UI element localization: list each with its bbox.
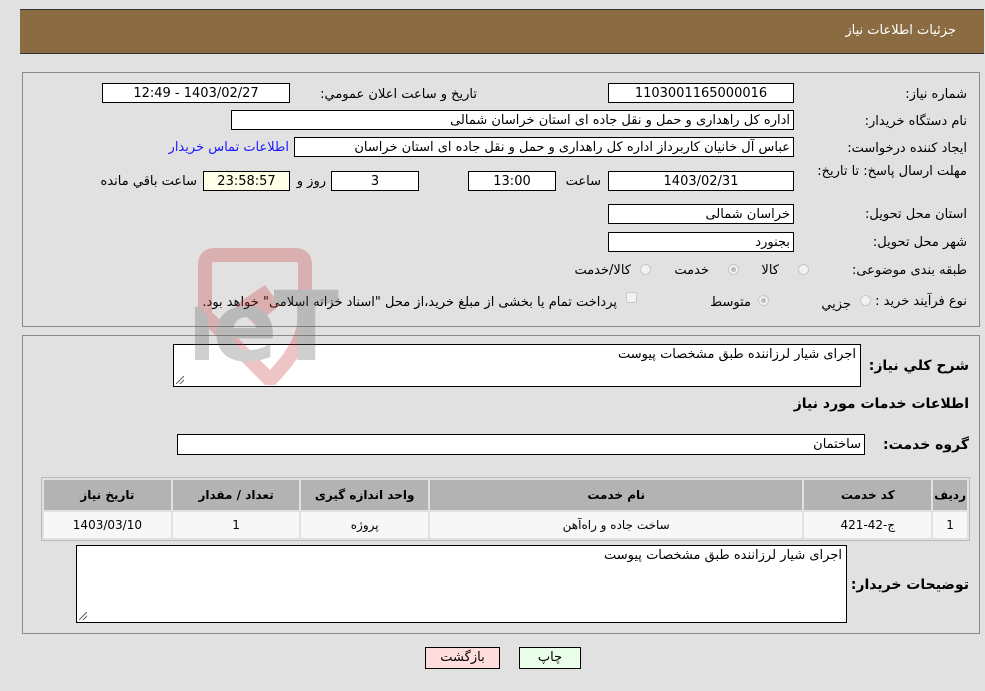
services-section-title: اطلاعات خدمات مورد نیاز [793, 396, 969, 412]
need-number-label: شماره نیاز: [905, 87, 967, 102]
cell-service-code: ج-42-421 [804, 512, 932, 538]
print-button[interactable]: چاپ [519, 647, 581, 669]
cell-need-date: 1403/03/10 [44, 512, 171, 538]
page-header: جزئیات اطلاعات نیاز [20, 9, 984, 54]
description-label: شرح كلي نياز: [868, 358, 969, 374]
deadline-label: مهلت ارسال پاسخ: تا تاریخ: [817, 164, 967, 179]
need-details-panel: شماره نیاز: 1103001165000016 تاريخ و ساع… [22, 72, 980, 327]
col-service-code: کد خدمت [804, 480, 932, 510]
cell-quantity: 1 [172, 512, 300, 538]
category-radio-goods-service[interactable] [640, 264, 651, 275]
category-option-goods-service: کالا/خدمت [574, 263, 631, 278]
buyer-org-label: نام دستگاه خریدار: [864, 114, 967, 129]
category-label: طبقه بندی موضوعی: [851, 263, 967, 278]
remaining-days-label: روز و [296, 174, 326, 189]
cell-row-number: 1 [933, 512, 967, 538]
announce-label: تاريخ و ساعت اعلان عمومي: [320, 87, 477, 102]
remaining-time-field: 23:58:57 [203, 171, 290, 191]
announce-datetime-field: 1403/02/27 - 12:49 [102, 83, 290, 103]
category-option-service: خدمت [674, 263, 709, 278]
treasury-checkbox[interactable] [626, 292, 637, 303]
category-option-goods: کالا [761, 263, 779, 278]
creator-field: عباس آل خانیان کاربرداز اداره کل راهداری… [294, 137, 794, 157]
description-text: اجرای شیار لرزاننده طبق مشخصات پیوست [618, 347, 856, 362]
page-title: جزئیات اطلاعات نیاز [845, 23, 956, 38]
city-field: بجنورد [608, 232, 794, 252]
category-radio-goods[interactable] [798, 264, 809, 275]
deadline-time-field: 13:00 [468, 171, 556, 191]
services-table: ردیف کد خدمت نام خدمت واحد اندازه گیری ت… [41, 477, 970, 541]
buyer-contact-link[interactable]: اطلاعات تماس خریدار [169, 140, 289, 155]
category-radio-service[interactable] [728, 264, 739, 275]
province-field: خراسان شمالی [608, 204, 794, 224]
need-number-field: 1103001165000016 [608, 83, 794, 103]
remaining-days-field: 3 [331, 171, 419, 191]
treasury-note: پرداخت تمام یا بخشی از مبلغ خرید،از محل … [202, 295, 617, 310]
creator-label: ایجاد کننده درخواست: [847, 141, 967, 156]
buyer-notes-textarea[interactable]: اجرای شیار لرزاننده طبق مشخصات پیوست [76, 545, 847, 623]
service-group-label: گروه خدمت: [883, 437, 969, 453]
city-label: شهر محل تحویل: [872, 235, 967, 250]
resize-grip-icon[interactable] [79, 612, 87, 620]
col-service-name: نام خدمت [429, 480, 803, 510]
purchase-option-medium: متوسط [710, 295, 751, 310]
deadline-date-field: 1403/02/31 [608, 171, 794, 191]
col-row-number: ردیف [933, 480, 967, 510]
cell-unit: پروژه [301, 512, 428, 538]
province-label: استان محل تحویل: [865, 207, 967, 222]
back-button[interactable]: بازگشت [425, 647, 500, 669]
table-row: 1 ج-42-421 ساخت جاده و راه‌آهن پروژه 1 1… [44, 512, 967, 538]
services-panel: شرح كلي نياز: اجرای شیار لرزاننده طبق مش… [22, 335, 980, 634]
purchase-type-label: نوع فرآیند خرید : [875, 294, 967, 309]
services-table-header: ردیف کد خدمت نام خدمت واحد اندازه گیری ت… [44, 480, 967, 510]
col-need-date: تاریخ نیاز [44, 480, 171, 510]
purchase-option-minor: جزيي [821, 297, 851, 312]
service-group-field: ساختمان [177, 434, 865, 455]
resize-grip-icon[interactable] [176, 376, 184, 384]
deadline-time-label: ساعت [565, 174, 601, 189]
purchase-radio-medium[interactable] [758, 295, 769, 306]
remaining-time-label: ساعت باقي مانده [100, 174, 197, 189]
col-quantity: تعداد / مقدار [172, 480, 300, 510]
col-unit: واحد اندازه گیری [301, 480, 428, 510]
buyer-org-field: اداره کل راهداری و حمل و نقل جاده ای است… [231, 110, 794, 130]
buyer-notes-label: توضیحات خریدار: [850, 577, 969, 593]
cell-service-name: ساخت جاده و راه‌آهن [429, 512, 803, 538]
description-textarea[interactable]: اجرای شیار لرزاننده طبق مشخصات پیوست [173, 344, 861, 387]
buyer-notes-text: اجرای شیار لرزاننده طبق مشخصات پیوست [604, 548, 842, 563]
purchase-radio-minor[interactable] [860, 295, 871, 306]
